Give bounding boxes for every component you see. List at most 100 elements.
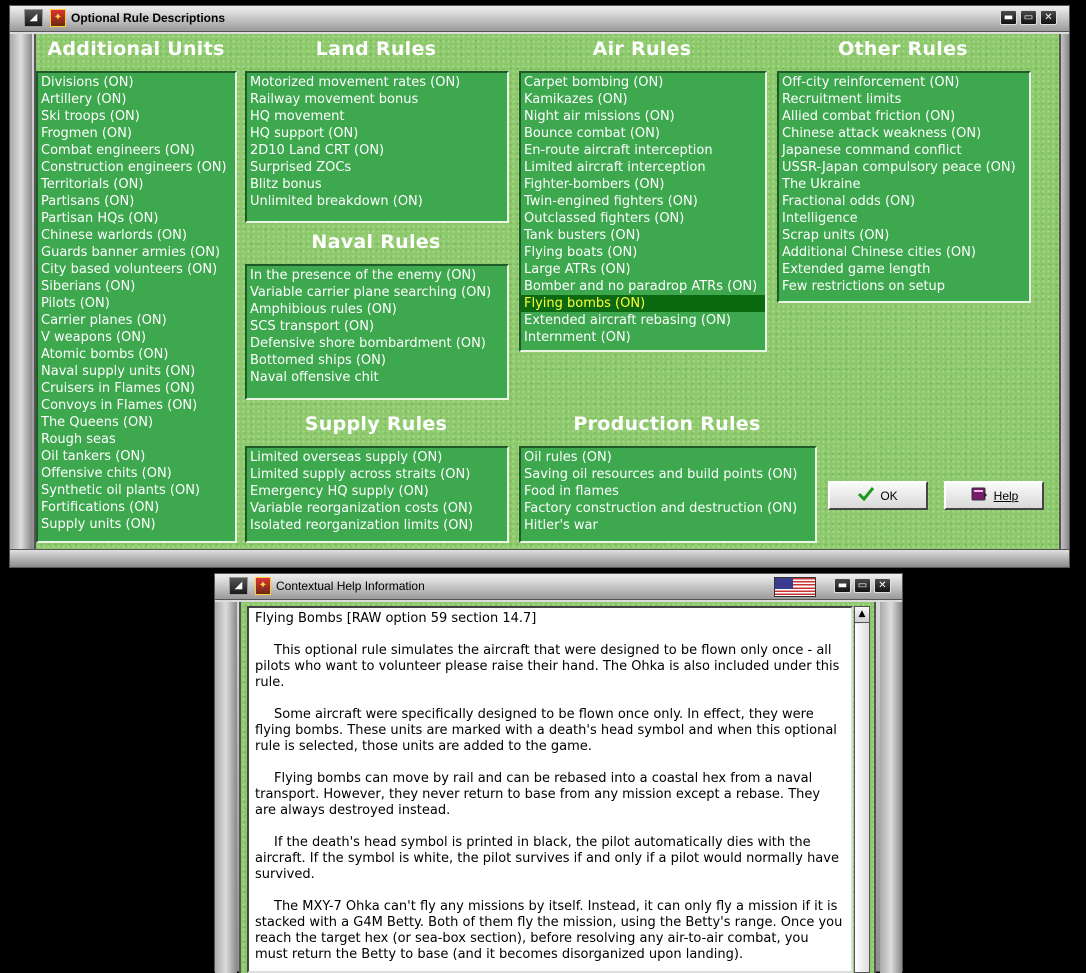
rule-item[interactable]: HQ support (ON)	[247, 125, 507, 142]
main-titlebar[interactable]: ◢ ✦ Optional Rule Descriptions ▬ ▭ ✕	[10, 6, 1069, 32]
rule-item[interactable]: Combat engineers (ON)	[38, 142, 235, 159]
naval-rules-list[interactable]: In the presence of the enemy (ON) Variabl…	[245, 264, 509, 400]
rule-item[interactable]: Recruitment limits	[779, 91, 1029, 108]
rule-item[interactable]: Variable carrier plane searching (ON)	[247, 284, 507, 301]
help-scrollbar[interactable]: ▲	[854, 606, 870, 973]
rule-item[interactable]: Construction engineers (ON)	[38, 159, 235, 176]
rule-item[interactable]: Convoys in Flames (ON)	[38, 397, 235, 414]
system-menu-icon[interactable]: ◢	[24, 9, 43, 27]
rule-item[interactable]: Outclassed fighters (ON)	[521, 210, 765, 227]
rule-item[interactable]: Japanese command conflict	[779, 142, 1029, 159]
rule-item[interactable]: SCS transport (ON)	[247, 318, 507, 335]
rule-item[interactable]: Territorials (ON)	[38, 176, 235, 193]
supply-rules-list[interactable]: Limited overseas supply (ON) Limited supp…	[245, 446, 509, 543]
rule-item[interactable]: V weapons (ON)	[38, 329, 235, 346]
help-titlebar[interactable]: ◢ ✦ Contextual Help Information ▬ ▭ ✕	[215, 574, 902, 600]
ok-button[interactable]: OK	[828, 481, 928, 510]
rule-item[interactable]: Siberians (ON)	[38, 278, 235, 295]
help-text-area[interactable]: Flying Bombs [RAW option 59 section 14.7…	[247, 606, 853, 973]
rule-item[interactable]: Emergency HQ supply (ON)	[247, 483, 507, 500]
rule-item[interactable]: Motorized movement rates (ON)	[247, 74, 507, 91]
rule-item[interactable]: Naval supply units (ON)	[38, 363, 235, 380]
rule-item[interactable]: The Queens (ON)	[38, 414, 235, 431]
rule-item[interactable]: Kamikazes (ON)	[521, 91, 765, 108]
rule-item[interactable]: Synthetic oil plants (ON)	[38, 482, 235, 499]
rule-item[interactable]: Twin-engined fighters (ON)	[521, 193, 765, 210]
help-close-button[interactable]: ✕	[874, 578, 891, 593]
rule-item[interactable]: Off-city reinforcement (ON)	[779, 74, 1029, 91]
rule-item[interactable]: Frogmen (ON)	[38, 125, 235, 142]
rule-item[interactable]: Railway movement bonus	[247, 91, 507, 108]
rule-item[interactable]: Carpet bombing (ON)	[521, 74, 765, 91]
rule-item[interactable]: Extended aircraft rebasing (ON)	[521, 312, 765, 329]
rule-item[interactable]: Partisans (ON)	[38, 193, 235, 210]
scroll-up-arrow-icon[interactable]: ▲	[855, 607, 869, 623]
us-flag-icon[interactable]	[774, 577, 816, 597]
rule-item[interactable]: En-route aircraft interception	[521, 142, 765, 159]
additional-units-list[interactable]: Divisions (ON) Artillery (ON) Ski troops (…	[36, 71, 237, 543]
rule-item[interactable]: Flying bombs (ON)	[521, 295, 765, 312]
rule-item[interactable]: Supply units (ON)	[38, 516, 235, 533]
rule-item[interactable]: Factory construction and destruction (ON…	[521, 500, 815, 517]
rule-item[interactable]: Artillery (ON)	[38, 91, 235, 108]
rule-item[interactable]: Unlimited breakdown (ON)	[247, 193, 507, 210]
rule-item[interactable]: Saving oil resources and build points (O…	[521, 466, 815, 483]
rule-item[interactable]: Defensive shore bombardment (ON)	[247, 335, 507, 352]
rule-item[interactable]: Oil tankers (ON)	[38, 448, 235, 465]
production-rules-list[interactable]: Oil rules (ON) Saving oil resources and b…	[519, 446, 817, 543]
rule-item[interactable]: Extended game length	[779, 261, 1029, 278]
maximize-button[interactable]: ▭	[1020, 10, 1037, 25]
rule-item[interactable]: Night air missions (ON)	[521, 108, 765, 125]
other-rules-list[interactable]: Off-city reinforcement (ON) Recruitment l…	[777, 71, 1031, 303]
rule-item[interactable]: In the presence of the enemy (ON)	[247, 267, 507, 284]
rule-item[interactable]: Hitler's war	[521, 517, 815, 534]
help-system-menu-icon[interactable]: ◢	[229, 577, 248, 595]
rule-item[interactable]: The Ukraine	[779, 176, 1029, 193]
help-minimize-button[interactable]: ▬	[834, 578, 851, 593]
rule-item[interactable]: Limited overseas supply (ON)	[247, 449, 507, 466]
rule-item[interactable]: USSR-Japan compulsory peace (ON)	[779, 159, 1029, 176]
scroll-thumb[interactable]	[855, 624, 869, 972]
rule-item[interactable]: Chinese attack weakness (ON)	[779, 125, 1029, 142]
rule-item[interactable]: Bounce combat (ON)	[521, 125, 765, 142]
rule-item[interactable]: Chinese warlords (ON)	[38, 227, 235, 244]
rule-item[interactable]: HQ movement	[247, 108, 507, 125]
rule-item[interactable]: Carrier planes (ON)	[38, 312, 235, 329]
rule-item[interactable]: Ski troops (ON)	[38, 108, 235, 125]
rule-item[interactable]: Pilots (ON)	[38, 295, 235, 312]
rule-item[interactable]: 2D10 Land CRT (ON)	[247, 142, 507, 159]
rule-item[interactable]: Additional Chinese cities (ON)	[779, 244, 1029, 261]
rule-item[interactable]: Divisions (ON)	[38, 74, 235, 91]
rule-item[interactable]: Amphibious rules (ON)	[247, 301, 507, 318]
rule-item[interactable]: Variable reorganization costs (ON)	[247, 500, 507, 517]
rule-item[interactable]: Blitz bonus	[247, 176, 507, 193]
rule-item[interactable]: Atomic bombs (ON)	[38, 346, 235, 363]
rule-item[interactable]: Flying boats (ON)	[521, 244, 765, 261]
rule-item[interactable]: City based volunteers (ON)	[38, 261, 235, 278]
close-button[interactable]: ✕	[1040, 10, 1057, 25]
land-rules-list[interactable]: Motorized movement rates (ON) Railway mov…	[245, 71, 509, 223]
rule-item[interactable]: Bomber and no paradrop ATRs (ON)	[521, 278, 765, 295]
rule-item[interactable]: Fractional odds (ON)	[779, 193, 1029, 210]
rule-item[interactable]: Few restrictions on setup	[779, 278, 1029, 295]
rule-item[interactable]: Guards banner armies (ON)	[38, 244, 235, 261]
help-button[interactable]: Help	[944, 481, 1044, 510]
rule-item[interactable]: Rough seas	[38, 431, 235, 448]
rule-item[interactable]: Scrap units (ON)	[779, 227, 1029, 244]
rule-item[interactable]: Intelligence	[779, 210, 1029, 227]
rule-item[interactable]: Surprised ZOCs	[247, 159, 507, 176]
rule-item[interactable]: Isolated reorganization limits (ON)	[247, 517, 507, 534]
rule-item[interactable]: Internment (ON)	[521, 329, 765, 346]
rule-item[interactable]: Naval offensive chit	[247, 369, 507, 386]
air-rules-list[interactable]: Carpet bombing (ON) Kamikazes (ON) Night a…	[519, 71, 767, 352]
rule-item[interactable]: Limited supply across straits (ON)	[247, 466, 507, 483]
rule-item[interactable]: Offensive chits (ON)	[38, 465, 235, 482]
rule-item[interactable]: Fighter-bombers (ON)	[521, 176, 765, 193]
rule-item[interactable]: Large ATRs (ON)	[521, 261, 765, 278]
rule-item[interactable]: Oil rules (ON)	[521, 449, 815, 466]
help-maximize-button[interactable]: ▭	[854, 578, 871, 593]
rule-item[interactable]: Food in flames	[521, 483, 815, 500]
rule-item[interactable]: Bottomed ships (ON)	[247, 352, 507, 369]
minimize-button[interactable]: ▬	[1000, 10, 1017, 25]
rule-item[interactable]: Limited aircraft interception	[521, 159, 765, 176]
